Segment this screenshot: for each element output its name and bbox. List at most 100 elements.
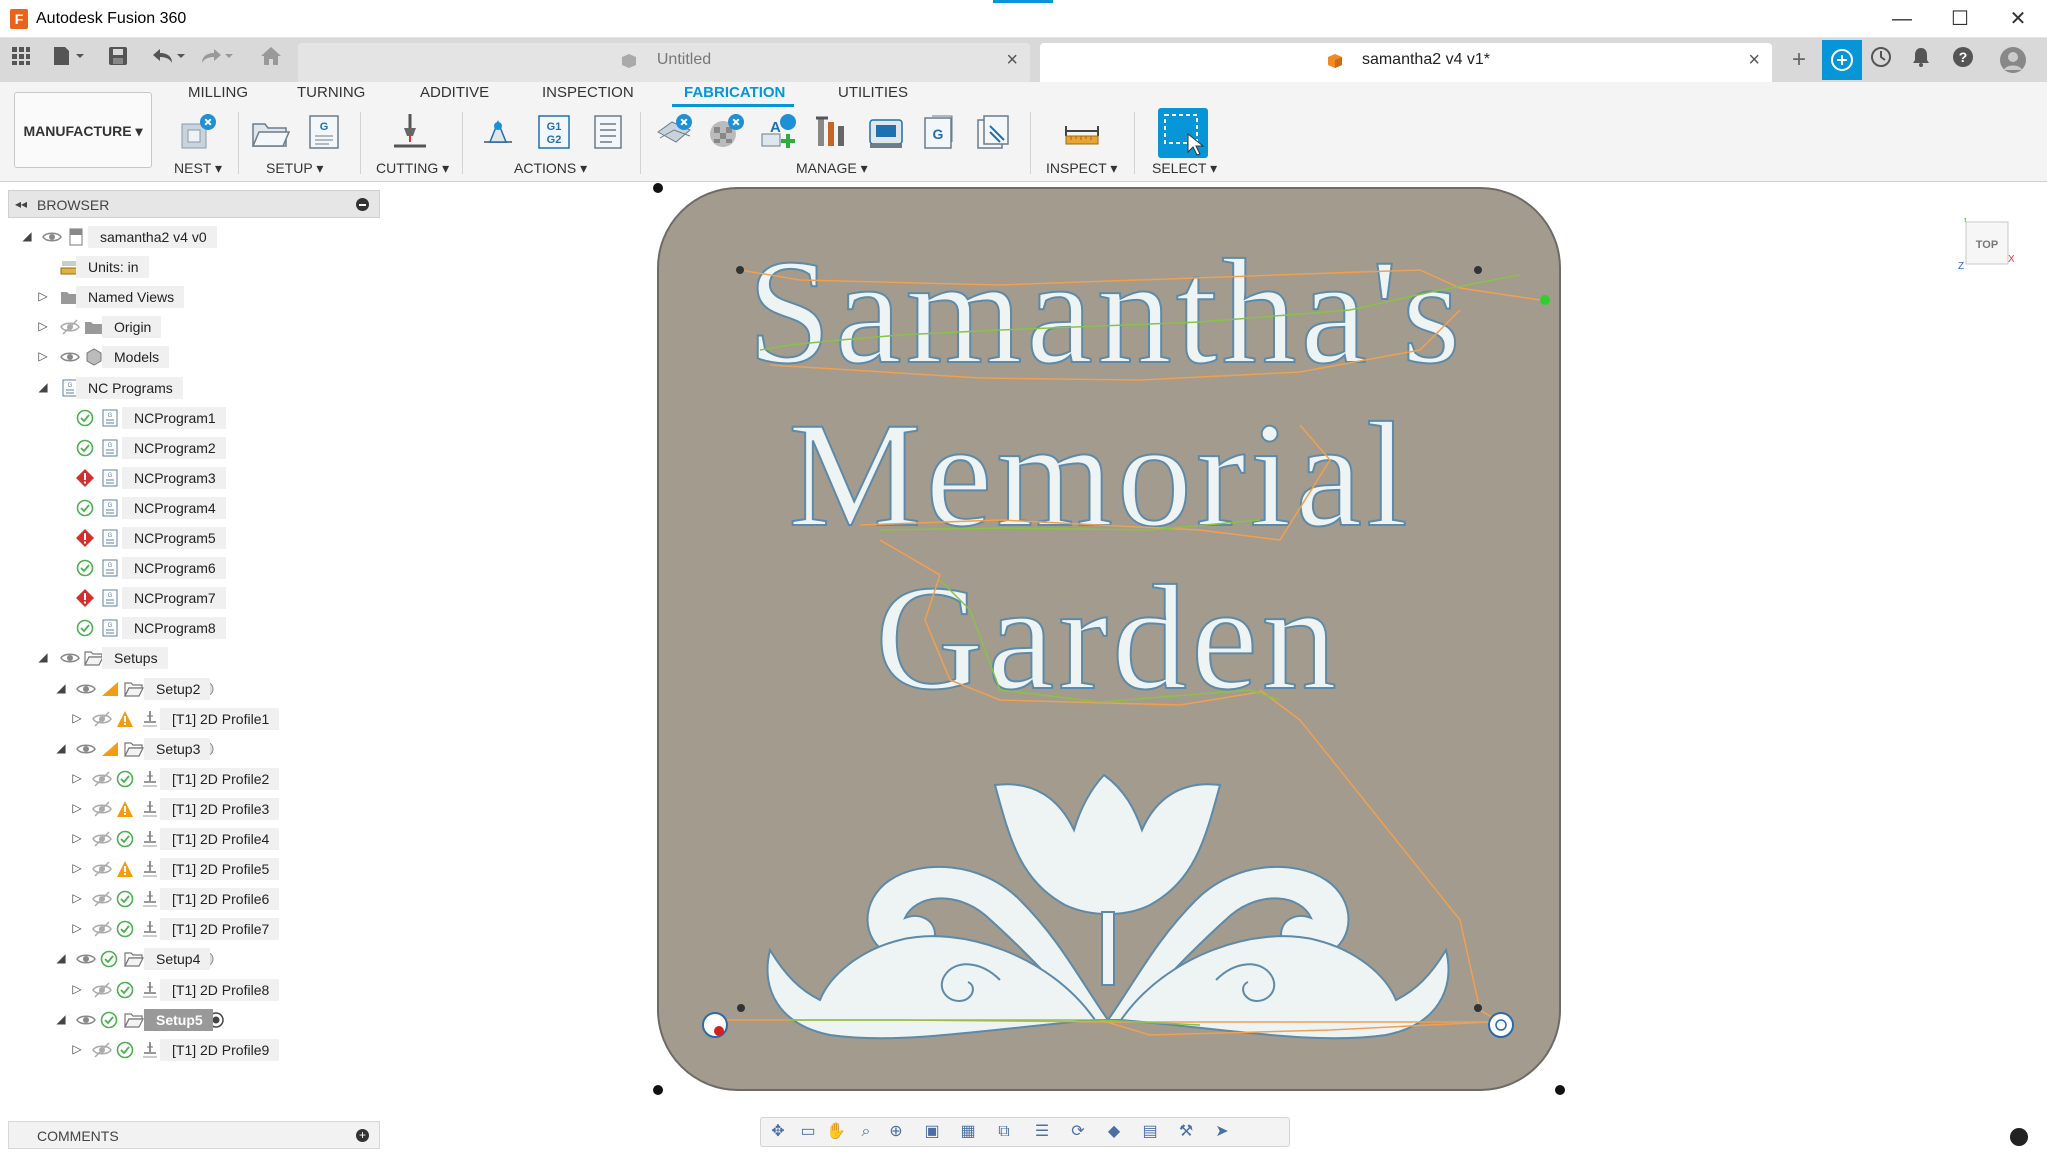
post-process-icon[interactable]: G1 G2 [534, 112, 572, 152]
hidden-eye-icon[interactable] [92, 770, 112, 788]
layers-icon[interactable]: ☰ [1031, 1122, 1053, 1142]
tree-origin[interactable]: ▷ Origin [8, 314, 380, 340]
display-settings-icon[interactable]: ▣ [921, 1122, 943, 1142]
hidden-eye-icon[interactable] [92, 1041, 112, 1059]
tree-operation-item[interactable]: ▷ [T1] 2D Profile1 [8, 706, 380, 732]
expand-arrow-icon[interactable]: ▷ [70, 831, 84, 845]
model-canvas[interactable]: Samantha's Memorial Garden [380, 183, 2047, 1151]
collapse-arrow-icon[interactable]: ◢ [36, 380, 50, 394]
visibility-eye-icon[interactable] [76, 950, 96, 968]
nc-program-icon[interactable]: G [304, 112, 342, 152]
environment-icon[interactable]: ◆ [1103, 1122, 1125, 1142]
collapse-browser-icon[interactable]: ◂◂ [15, 197, 27, 211]
hidden-eye-icon[interactable] [92, 890, 112, 908]
visibility-eye-icon[interactable] [76, 740, 96, 758]
redo-icon[interactable] [196, 46, 234, 74]
collapse-arrow-icon[interactable]: ◢ [20, 229, 34, 243]
collapse-arrow-icon[interactable]: ◢ [54, 1012, 68, 1026]
expand-arrow-icon[interactable]: ▷ [70, 921, 84, 935]
browser-options-icon[interactable] [356, 198, 369, 211]
material-library-icon[interactable] [706, 112, 744, 152]
cutting-torch-icon[interactable] [390, 112, 428, 152]
extensions-icon[interactable] [1822, 40, 1862, 80]
viewcube-face-label[interactable]: TOP [1976, 239, 1998, 251]
toolpath-point[interactable] [737, 1004, 745, 1012]
tree-nc-program-item[interactable]: G NCProgram5 [8, 525, 380, 551]
tab-inspection[interactable]: INSPECTION [542, 84, 634, 101]
status-indicator-icon[interactable] [2010, 1128, 2028, 1146]
tree-nc-program-item[interactable]: G NCProgram8 [8, 615, 380, 641]
tree-nc-program-item[interactable]: G NCProgram6 [8, 555, 380, 581]
minimize-button[interactable]: — [1882, 6, 1922, 32]
simulate-icon[interactable] [478, 112, 516, 152]
tree-named-views[interactable]: ▷ Named Views [8, 284, 380, 310]
tree-setup-item[interactable]: ◢ Setup5 [8, 1007, 380, 1033]
plate-corner-marker[interactable] [653, 1085, 663, 1095]
tree-operation-item[interactable]: ▷ [T1] 2D Profile2 [8, 766, 380, 792]
orbit-icon[interactable]: ✥ [767, 1122, 789, 1142]
tree-setup-item[interactable]: ◢ Setup4 [8, 946, 380, 972]
viewcube[interactable]: TOP Y X Z [1958, 214, 2015, 272]
nest-icon[interactable] [178, 112, 216, 152]
tree-models[interactable]: ▷ Models [8, 344, 380, 370]
post-library-icon[interactable]: G [920, 112, 958, 152]
tab-milling[interactable]: MILLING [188, 84, 248, 101]
visibility-eye-icon[interactable] [76, 1011, 96, 1029]
toolpath-start-marker[interactable] [1540, 295, 1550, 305]
template-library-icon[interactable] [654, 112, 692, 152]
select-group-label[interactable]: SELECT ▾ [1152, 160, 1217, 177]
collapse-arrow-icon[interactable]: ◢ [36, 650, 50, 664]
tab-turning[interactable]: TURNING [297, 84, 365, 101]
maximize-button[interactable]: ☐ [1940, 6, 1980, 32]
tab-untitled[interactable]: Untitled × [298, 43, 1030, 82]
look-at-icon[interactable]: ▭ [797, 1122, 819, 1142]
sign-text-line2[interactable]: Memorial [787, 391, 1412, 559]
tree-setup-item[interactable]: ◢ Setup2 [8, 676, 380, 702]
notifications-bell-icon[interactable] [1908, 46, 1934, 74]
file-menu-icon[interactable] [50, 46, 88, 74]
hidden-eye-icon[interactable] [60, 318, 80, 336]
grid-settings-icon[interactable]: ▦ [957, 1122, 979, 1142]
machine-library-icon[interactable] [866, 112, 904, 152]
hidden-eye-icon[interactable] [92, 981, 112, 999]
workspace-switcher[interactable]: MANUFACTURE ▾ [14, 92, 152, 168]
expand-arrow-icon[interactable]: ▷ [70, 982, 84, 996]
actions-group-label[interactable]: ACTIONS ▾ [514, 160, 587, 177]
expand-arrow-icon[interactable]: ▷ [36, 289, 50, 303]
print-templates-icon[interactable] [974, 112, 1012, 152]
home-icon[interactable] [258, 46, 284, 74]
fit-zoom-icon[interactable]: ⊕ [885, 1122, 907, 1142]
save-icon[interactable] [106, 46, 130, 74]
tab-fabrication[interactable]: FABRICATION [684, 84, 785, 101]
help-icon[interactable]: ? [1950, 46, 1976, 74]
tree-nc-program-item[interactable]: G NCProgram4 [8, 495, 380, 521]
cutting-group-label[interactable]: CUTTING ▾ [376, 160, 449, 177]
tools-icon[interactable] [812, 112, 850, 152]
effects-icon[interactable]: ▤ [1139, 1122, 1161, 1142]
data-panel-grid-icon[interactable] [8, 46, 34, 74]
tree-operation-item[interactable]: ▷ [T1] 2D Profile5 [8, 856, 380, 882]
setup-sheet-icon[interactable] [588, 112, 626, 152]
expand-arrow-icon[interactable]: ▷ [36, 349, 50, 363]
visibility-eye-icon[interactable] [60, 649, 80, 667]
tree-nc-program-item[interactable]: G NCProgram2 [8, 435, 380, 461]
tree-setups[interactable]: ◢ Setups [8, 645, 380, 671]
tree-nc-program-item[interactable]: G NCProgram1 [8, 405, 380, 431]
tree-setup-item[interactable]: ◢ Setup3 [8, 736, 380, 762]
user-avatar[interactable] [1998, 46, 2028, 74]
tree-operation-item[interactable]: ▷ [T1] 2D Profile6 [8, 886, 380, 912]
toolpath-point[interactable] [1474, 266, 1482, 274]
nest-group-label[interactable]: NEST ▾ [174, 160, 222, 177]
expand-arrow-icon[interactable]: ▷ [70, 891, 84, 905]
hidden-eye-icon[interactable] [92, 710, 112, 728]
collapse-arrow-icon[interactable]: ◢ [54, 741, 68, 755]
tree-nc-programs[interactable]: ◢ G NC Programs [8, 375, 380, 401]
undo-icon[interactable] [148, 46, 186, 74]
expand-arrow-icon[interactable]: ▷ [70, 711, 84, 725]
tree-operation-item[interactable]: ▷ [T1] 2D Profile8 [8, 977, 380, 1003]
measure-icon[interactable] [1062, 112, 1100, 152]
hidden-eye-icon[interactable] [92, 860, 112, 878]
collapse-arrow-icon[interactable]: ◢ [54, 681, 68, 695]
tree-operation-item[interactable]: ▷ [T1] 2D Profile3 [8, 796, 380, 822]
simulation-display-icon[interactable]: ➤ [1211, 1122, 1233, 1142]
